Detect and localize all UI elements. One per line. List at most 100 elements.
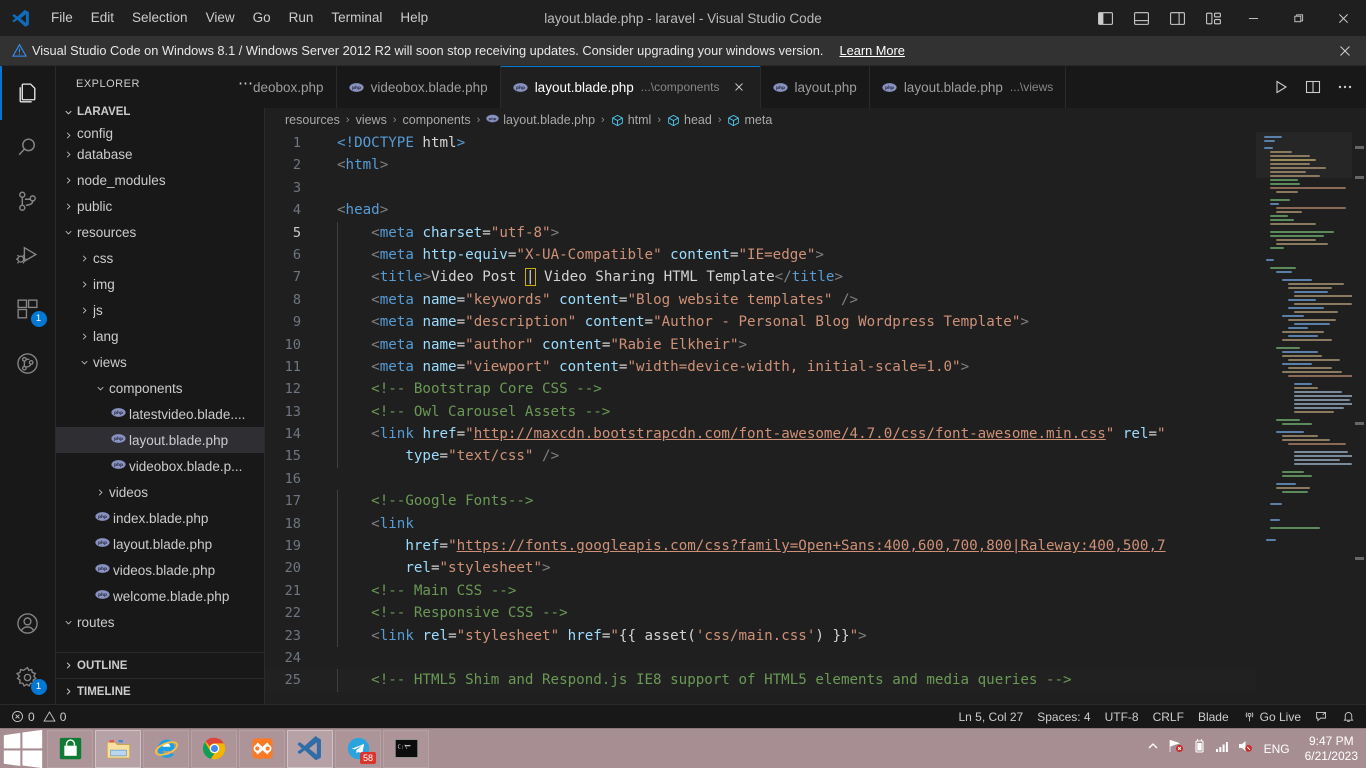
code-line[interactable]: 8 <meta name="keywords" content="Blog we… (265, 288, 1256, 312)
tree-item-img[interactable]: img (56, 271, 264, 297)
taskbar-google-chrome[interactable] (191, 729, 237, 768)
close-button[interactable] (1321, 0, 1366, 36)
menu-help[interactable]: Help (391, 5, 437, 31)
menu-bar[interactable]: File Edit Selection View Go Run Terminal… (42, 5, 437, 31)
code-line[interactable]: 25 <!-- HTML5 Shim and Respond.js IE8 su… (265, 669, 1256, 692)
taskbar-command-prompt[interactable]: C:\ (383, 729, 429, 768)
breadcrumb-item-meta[interactable]: meta (727, 113, 772, 127)
tree-item-views[interactable]: views (56, 349, 264, 375)
run-icon[interactable] (1266, 72, 1296, 102)
code-line[interactable]: 1 <!DOCTYPE html> (265, 132, 1256, 154)
code-line[interactable]: 4 <head> (265, 199, 1256, 221)
tree-item-config[interactable]: config (56, 123, 264, 141)
toggle-secondary-sidebar-icon[interactable] (1159, 1, 1195, 35)
activity-search[interactable] (0, 120, 56, 174)
split-editor-icon[interactable] (1298, 72, 1328, 102)
code-line[interactable]: 2 <html> (265, 154, 1256, 176)
activity-run-debug[interactable] (0, 228, 56, 282)
tree-item-layout-blade-php[interactable]: php layout.blade.php (56, 427, 264, 453)
menu-file[interactable]: File (42, 5, 82, 31)
tree-item-index-blade-php[interactable]: php index.blade.php (56, 505, 264, 531)
breadcrumb-item-layout-blade-php[interactable]: php layout.blade.php (486, 112, 595, 128)
code-line[interactable]: 11 <meta name="viewport" content="width=… (265, 355, 1256, 379)
network-error-icon[interactable] (1168, 738, 1184, 759)
code-line[interactable]: 16 (265, 468, 1256, 490)
encoding-status[interactable]: UTF-8 (1098, 706, 1146, 728)
tree-item-latestvideo-blade-[interactable]: php latestvideo.blade.... (56, 401, 264, 427)
tree-item-lang[interactable]: lang (56, 323, 264, 349)
problems-status[interactable]: 0 0 (4, 706, 73, 728)
code-line[interactable]: 21 <!-- Main CSS --> (265, 579, 1256, 603)
tree-item-css[interactable]: css (56, 245, 264, 271)
minimap[interactable] (1256, 132, 1366, 704)
language-mode-status[interactable]: Blade (1191, 706, 1236, 728)
outline-panel[interactable]: OUTLINE (56, 652, 264, 678)
menu-selection[interactable]: Selection (123, 5, 197, 31)
tree-item-node-modules[interactable]: node_modules (56, 167, 264, 193)
tree-item-welcome-blade-php[interactable]: php welcome.blade.php (56, 583, 264, 609)
taskbar-vscode[interactable] (287, 729, 333, 768)
activity-source-control[interactable] (0, 174, 56, 228)
activity-settings[interactable]: 1 (0, 650, 56, 704)
taskbar-file-explorer[interactable] (95, 729, 141, 768)
code-line[interactable]: 17 <!--Google Fonts--> (265, 490, 1256, 513)
toggle-panel-icon[interactable] (1123, 1, 1159, 35)
code-line[interactable]: 13 <!-- Owl Carousel Assets --> (265, 400, 1256, 424)
tree-item-public[interactable]: public (56, 193, 264, 219)
tree-item-database[interactable]: database (56, 141, 264, 167)
code-content[interactable]: 1 <!DOCTYPE html> 2 <html> 3 4 <head> 5 <meta c… (265, 132, 1256, 692)
activity-explorer[interactable] (0, 66, 56, 120)
code-line[interactable]: 19 href="https://fonts.googleapis.com/cs… (265, 535, 1256, 558)
editor-tabs[interactable]: deobox.php php videobox.blade.php php layout… (253, 66, 1366, 108)
notifications-bell-icon[interactable] (1335, 706, 1362, 728)
breadcrumb[interactable]: resources › views › components › php layout.bla… (265, 108, 1366, 132)
code-line[interactable]: 9 <meta name="description" content="Auth… (265, 311, 1256, 334)
menu-run[interactable]: Run (280, 5, 323, 31)
taskbar-windows-store[interactable] (47, 729, 93, 768)
tree-item-components[interactable]: components (56, 375, 264, 401)
code-line[interactable]: 7 <title>Video Post | Video Sharing HTML… (265, 266, 1256, 289)
cursor-position[interactable]: Ln 5, Col 27 (952, 706, 1031, 728)
notification-close-icon[interactable] (1330, 38, 1360, 64)
code-line[interactable]: 12 <!-- Bootstrap Core CSS --> (265, 378, 1256, 401)
code-line[interactable]: 20 rel="stylesheet"> (265, 557, 1256, 580)
tree-item-routes[interactable]: routes (56, 609, 264, 635)
workspace-root-row[interactable]: LARAVEL (56, 101, 264, 123)
editor-tab-4[interactable]: php layout.blade.php ...\views (869, 66, 1067, 108)
show-hidden-icons-icon[interactable] (1145, 738, 1161, 759)
code-line[interactable]: 5 <meta charset="utf-8"> (265, 221, 1256, 244)
tree-item-videos-blade-php[interactable]: php videos.blade.php (56, 557, 264, 583)
code-line[interactable]: 23 <link rel="stylesheet" href="{{ asset… (265, 624, 1256, 647)
breadcrumb-item-html[interactable]: html (611, 113, 651, 127)
menu-terminal[interactable]: Terminal (322, 5, 391, 31)
tree-item-videobox-blade-p-[interactable]: php videobox.blade.p... (56, 453, 264, 479)
tab-close-icon[interactable] (731, 79, 748, 96)
taskbar-internet-explorer[interactable] (143, 729, 189, 768)
explorer-more-icon[interactable]: ⋯ (238, 76, 254, 91)
menu-edit[interactable]: Edit (82, 5, 123, 31)
battery-icon[interactable] (1191, 738, 1207, 759)
editor-tab-3[interactable]: php layout.php (760, 66, 870, 108)
code-line[interactable]: 3 (265, 177, 1256, 199)
breadcrumb-item-views[interactable]: views (356, 113, 387, 127)
more-actions-icon[interactable] (1330, 72, 1360, 102)
breadcrumb-item-resources[interactable]: resources (285, 113, 340, 127)
tree-item-layout-blade-php[interactable]: php layout.blade.php (56, 531, 264, 557)
menu-view[interactable]: View (197, 5, 244, 31)
signal-icon[interactable] (1214, 738, 1230, 759)
timeline-panel[interactable]: TIMELINE (56, 678, 264, 704)
eol-status[interactable]: CRLF (1146, 706, 1191, 728)
code-line[interactable]: 15 type="text/css" /> (265, 445, 1256, 468)
tree-item-resources[interactable]: resources (56, 219, 264, 245)
code-line[interactable]: 6 <meta http-equiv = "X-UA-Compatible" con… (265, 243, 1256, 267)
indentation-status[interactable]: Spaces: 4 (1030, 706, 1097, 728)
customize-layout-icon[interactable] (1195, 1, 1231, 35)
taskbar-xampp[interactable] (239, 729, 285, 768)
toggle-primary-sidebar-icon[interactable] (1087, 1, 1123, 35)
remote-feedback-icon[interactable] (1308, 706, 1335, 728)
tree-item-js[interactable]: js (56, 297, 264, 323)
language-indicator[interactable]: ENG (1260, 742, 1294, 756)
taskbar-telegram[interactable]: 58 (335, 729, 381, 768)
activity-remote-explorer[interactable] (0, 336, 56, 390)
breadcrumb-item-components[interactable]: components (403, 113, 471, 127)
